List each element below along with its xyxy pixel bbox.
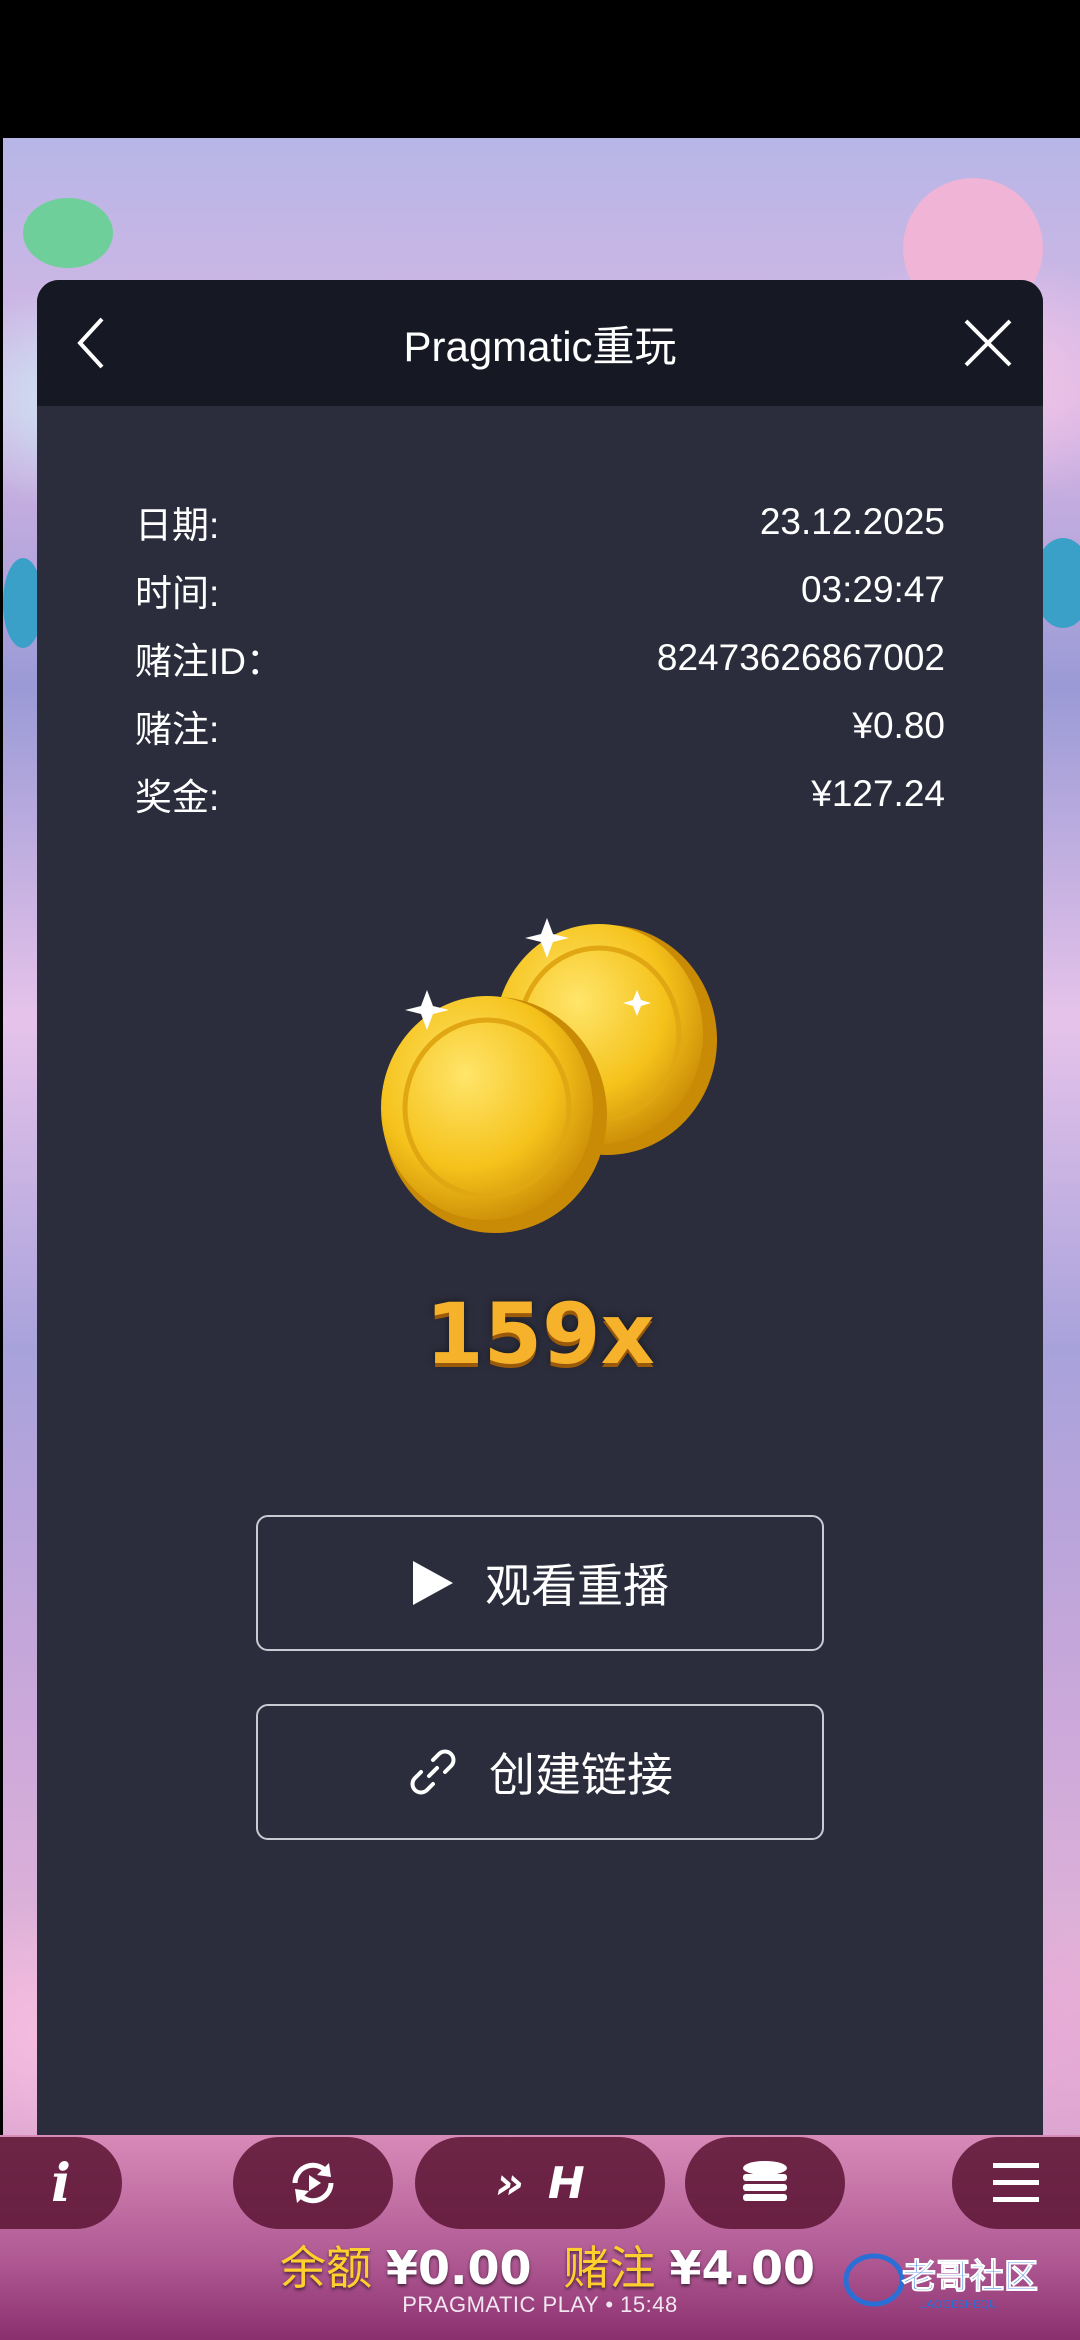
link-icon [410,1749,456,1795]
info-icon: i [51,2152,71,2214]
bet-settings-button[interactable] [685,2137,845,2229]
modal-title: Pragmatic重玩 [403,322,677,370]
date-value: 23.12.2025 [759,501,945,542]
date-row: 日期: 23.12.2025 [135,488,945,556]
balance-bet-line: 余额 ¥0.00 赌注 ¥4.00 [280,2232,815,2298]
bet-value: ¥0.80 [852,705,945,746]
bet-id-label: 赌注ID： [135,641,283,682]
turbo-spin-icon[interactable]: H [548,2158,585,2209]
create-link-button[interactable]: 创建链接 [256,1704,824,1840]
gold-coins-icon [381,918,717,1233]
hamburger-menu-icon [993,2163,1039,2202]
balance-label: 余额 [280,2241,372,2295]
time-row: 时间: 03:29:47 [135,556,945,624]
bet-id-row: 赌注ID： 82473626867002 [135,624,945,692]
community-watermark-logo: 老哥社区 LAOGESHEQU [843,2253,1039,2311]
time-label: 时间: [135,573,220,614]
autoplay-button[interactable] [233,2137,393,2229]
candy-decoration [23,198,113,268]
win-multiplier: 159x [425,1285,655,1383]
autoplay-icon [292,2162,334,2204]
menu-button[interactable] [952,2137,1080,2229]
replay-modal: Pragmatic重玩 日期: 23.12.2025 时间: 03:29:47 … [37,280,1043,2135]
bet-row: 赌注: ¥0.80 [135,692,945,760]
close-icon [964,319,1012,367]
win-label: 奖金: [135,777,220,818]
speed-controls[interactable]: » H [415,2137,665,2229]
watch-replay-label: 观看重播 [485,1560,669,1612]
info-button[interactable]: i [0,2137,122,2229]
date-label: 日期: [135,505,220,546]
total-bet-value: ¥4.00 [669,2241,816,2295]
back-button[interactable] [57,308,127,378]
create-link-label: 创建链接 [489,1749,673,1801]
watch-replay-button[interactable]: 观看重播 [256,1515,824,1651]
modal-header: Pragmatic重玩 [37,280,1043,406]
play-icon [413,1561,453,1605]
chevron-left-icon [77,317,104,369]
svg-text:LAOGESHEQU: LAOGESHEQU [920,2298,997,2311]
total-bet-label: 赌注 [563,2241,656,2295]
win-value: ¥127.24 [811,773,945,814]
win-row: 奖金: ¥127.24 [135,760,945,828]
screen: Pragmatic重玩 日期: 23.12.2025 时间: 03:29:47 … [0,0,1080,2340]
balance-value: ¥0.00 [386,2241,532,2295]
close-button[interactable] [953,308,1023,378]
quick-spin-icon[interactable]: » [495,2158,524,2209]
bet-details: 日期: 23.12.2025 时间: 03:29:47 赌注ID： 824736… [135,488,945,828]
time-value: 03:29:47 [800,569,945,610]
coin-stack-icon [743,2161,787,2201]
bet-id-value: 82473626867002 [656,637,945,678]
bet-label: 赌注: [135,709,220,750]
svg-text:老哥社区: 老哥社区 [902,2257,1038,2297]
